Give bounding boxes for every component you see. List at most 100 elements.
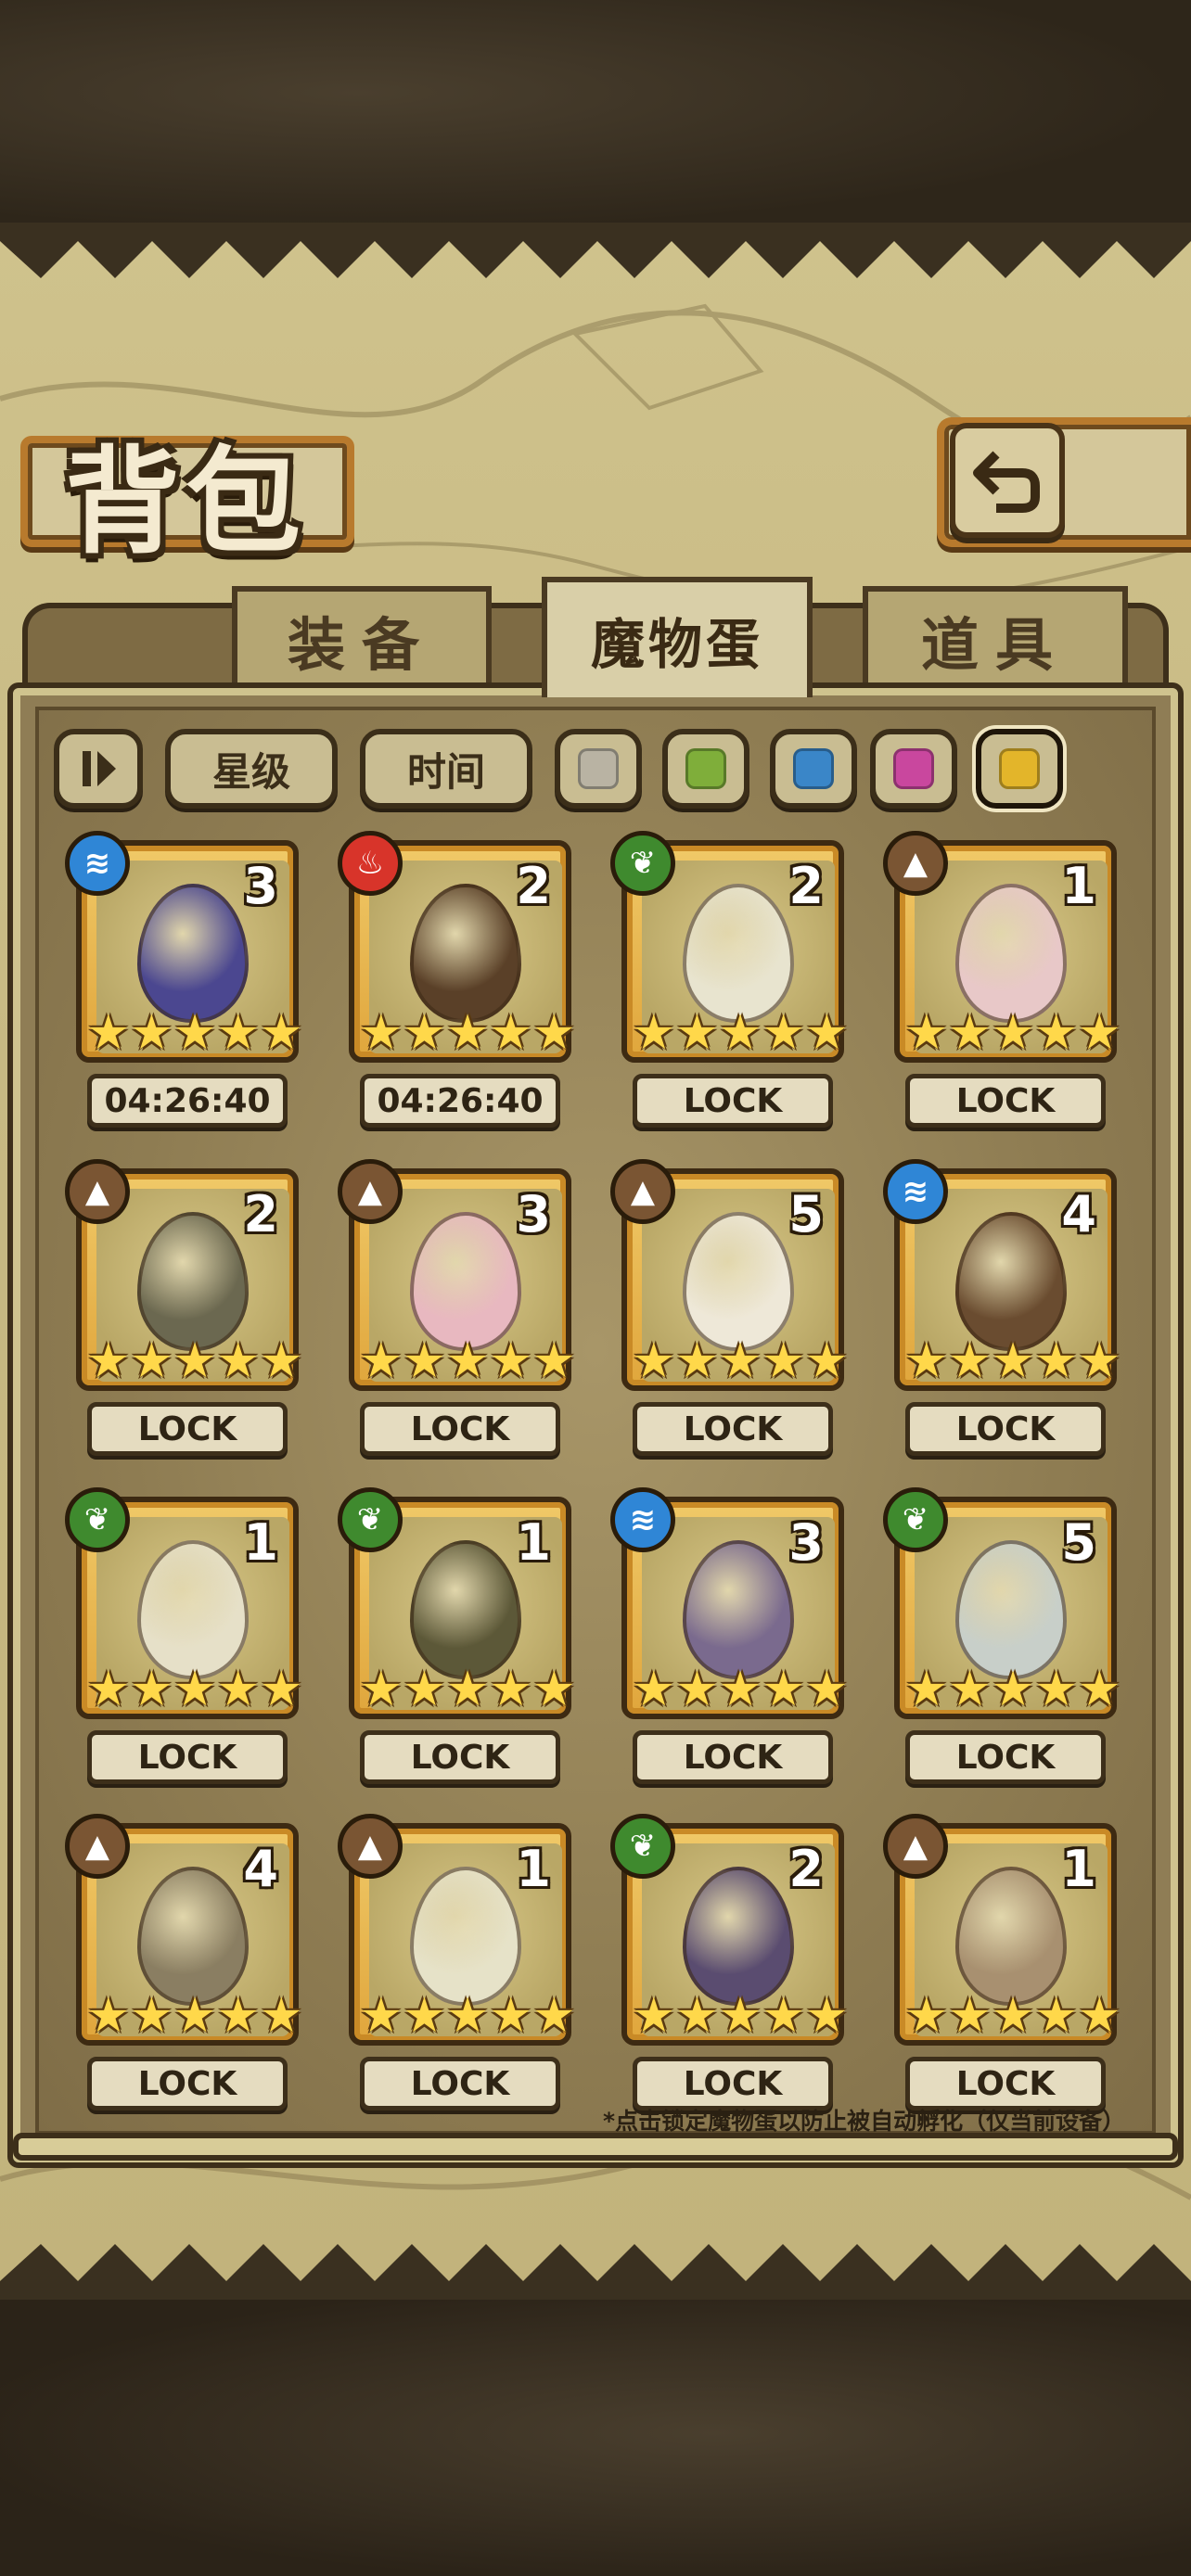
filter-blue-button[interactable]: [770, 729, 857, 809]
star-icon: ★: [675, 1005, 719, 1061]
hatch-timer: 04:26:40: [87, 1074, 288, 1128]
lock-button[interactable]: LOCK: [87, 1402, 288, 1456]
lock-button[interactable]: LOCK: [360, 2057, 560, 2111]
earth-element-icon: ▲: [338, 1159, 403, 1224]
earth-element-icon: ▲: [65, 1814, 130, 1879]
star-icon: ★: [718, 1988, 762, 2044]
star-icon: ★: [86, 1005, 131, 1061]
egg-card[interactable]: 2 ★ ★ ★ ★ ★ ❦ LOCK: [610, 1814, 849, 2146]
sort-toggle-button[interactable]: [54, 729, 143, 809]
filter-gray-button[interactable]: [555, 729, 642, 809]
star-icon: ★: [632, 1005, 676, 1061]
star-icon: ★: [216, 1988, 260, 2044]
egg-count: 2: [788, 857, 824, 915]
star-icon: ★: [948, 1005, 992, 1061]
star-rating: ★ ★ ★ ★ ★: [632, 1005, 848, 1061]
star-icon: ★: [632, 1662, 676, 1717]
egg-count: 4: [1061, 1185, 1096, 1243]
egg-card[interactable]: 3 ★ ★ ★ ★ ★ ≋ 04:26:40: [65, 831, 303, 1163]
star-icon: ★: [991, 1988, 1035, 2044]
egg-card[interactable]: 1 ★ ★ ★ ★ ★ ▲ LOCK: [883, 1814, 1121, 2146]
star-icon: ★: [403, 1005, 446, 1061]
lock-button[interactable]: LOCK: [633, 1730, 833, 1784]
tab-monster-eggs[interactable]: 魔物蛋: [542, 577, 813, 697]
egg-count: 1: [516, 1513, 551, 1572]
egg-count: 1: [1061, 857, 1096, 915]
star-icon: ★: [216, 1333, 260, 1389]
egg-card[interactable]: 3 ★ ★ ★ ★ ★ ≋ LOCK: [610, 1487, 849, 1819]
egg-count: 2: [516, 857, 551, 915]
star-icon: ★: [173, 1333, 217, 1389]
star-icon: ★: [173, 1005, 217, 1061]
star-icon: ★: [445, 1662, 490, 1717]
star-icon: ★: [359, 1333, 403, 1389]
egg-card[interactable]: 4 ★ ★ ★ ★ ★ ▲ LOCK: [65, 1814, 303, 2146]
egg-card[interactable]: 2 ★ ★ ★ ★ ★ ❦ LOCK: [610, 831, 849, 1163]
egg-count: 4: [243, 1840, 278, 1898]
egg-card[interactable]: 5 ★ ★ ★ ★ ★ ▲ LOCK: [610, 1159, 849, 1491]
star-icon: ★: [130, 1662, 173, 1717]
lock-button[interactable]: LOCK: [905, 1074, 1106, 1128]
egg-shape: [955, 1211, 1067, 1351]
water-element-icon: ≋: [883, 1159, 948, 1224]
star-icon: ★: [804, 1988, 849, 2044]
star-icon: ★: [904, 1005, 949, 1061]
filter-green-button[interactable]: [662, 729, 749, 809]
star-icon: ★: [531, 1662, 576, 1717]
star-rating: ★ ★ ★ ★ ★: [359, 1662, 575, 1717]
star-rating: ★ ★ ★ ★ ★: [904, 1988, 1121, 2044]
filter-yellow-button[interactable]: [976, 729, 1063, 809]
egg-card[interactable]: 4 ★ ★ ★ ★ ★ ≋ LOCK: [883, 1159, 1121, 1491]
filter-pink-button[interactable]: [870, 729, 957, 809]
star-icon: ★: [1034, 1333, 1078, 1389]
lock-button[interactable]: LOCK: [87, 1730, 288, 1784]
star-icon: ★: [403, 1662, 446, 1717]
return-arrow-icon: [973, 451, 1040, 513]
egg-shape: [410, 883, 521, 1023]
star-icon: ★: [762, 1005, 805, 1061]
star-icon: ★: [904, 1333, 949, 1389]
sort-by-time-button[interactable]: 时间: [360, 729, 532, 809]
lock-button[interactable]: LOCK: [87, 2057, 288, 2111]
tab-equipment[interactable]: 装备: [232, 586, 492, 688]
egg-count: 5: [788, 1185, 824, 1243]
egg-shape: [410, 1539, 521, 1679]
star-icon: ★: [991, 1662, 1035, 1717]
egg-count: 3: [243, 857, 278, 915]
bottom-zigzag-edge: [0, 2244, 1191, 2300]
lock-button[interactable]: LOCK: [905, 1730, 1106, 1784]
lock-button[interactable]: LOCK: [360, 1730, 560, 1784]
egg-count: 2: [243, 1185, 278, 1243]
egg-shape: [683, 1866, 794, 2006]
star-icon: ★: [259, 1005, 303, 1061]
lock-button[interactable]: LOCK: [633, 1074, 833, 1128]
star-icon: ★: [216, 1662, 260, 1717]
egg-card[interactable]: 3 ★ ★ ★ ★ ★ ▲ LOCK: [338, 1159, 576, 1491]
egg-card[interactable]: 2 ★ ★ ★ ★ ★ ♨ 04:26:40: [338, 831, 576, 1163]
egg-card[interactable]: 2 ★ ★ ★ ★ ★ ▲ LOCK: [65, 1159, 303, 1491]
sort-by-stars-button[interactable]: 星级: [165, 729, 338, 809]
star-rating: ★ ★ ★ ★ ★: [359, 1990, 575, 2042]
star-icon: ★: [632, 1988, 676, 2044]
lock-button[interactable]: LOCK: [905, 1402, 1106, 1456]
egg-card[interactable]: 5 ★ ★ ★ ★ ★ ❦ LOCK: [883, 1487, 1121, 1819]
star-icon: ★: [445, 1333, 490, 1389]
water-element-icon: ≋: [65, 831, 130, 896]
lock-button[interactable]: LOCK: [360, 1402, 560, 1456]
back-button[interactable]: [950, 423, 1065, 538]
star-rating: ★ ★ ★ ★ ★: [359, 1333, 575, 1389]
star-icon: ★: [130, 1333, 173, 1389]
egg-card[interactable]: 1 ★ ★ ★ ★ ★ ❦ LOCK: [338, 1487, 576, 1819]
egg-card[interactable]: 1 ★ ★ ★ ★ ★ ▲ LOCK: [883, 831, 1121, 1163]
panel-bottom-rail: [13, 2133, 1178, 2161]
water-element-icon: ≋: [610, 1487, 675, 1552]
egg-card[interactable]: 1 ★ ★ ★ ★ ★ ❦ LOCK: [65, 1487, 303, 1819]
star-icon: ★: [991, 1333, 1035, 1389]
star-icon: ★: [904, 1988, 949, 2044]
egg-card[interactable]: 1 ★ ★ ★ ★ ★ ▲ LOCK: [338, 1814, 576, 2146]
tab-items[interactable]: 道具: [863, 586, 1128, 688]
star-icon: ★: [718, 1333, 762, 1389]
star-rating: ★ ★ ★ ★ ★: [86, 1333, 302, 1389]
yellow-swatch: [999, 748, 1040, 789]
lock-button[interactable]: LOCK: [633, 1402, 833, 1456]
